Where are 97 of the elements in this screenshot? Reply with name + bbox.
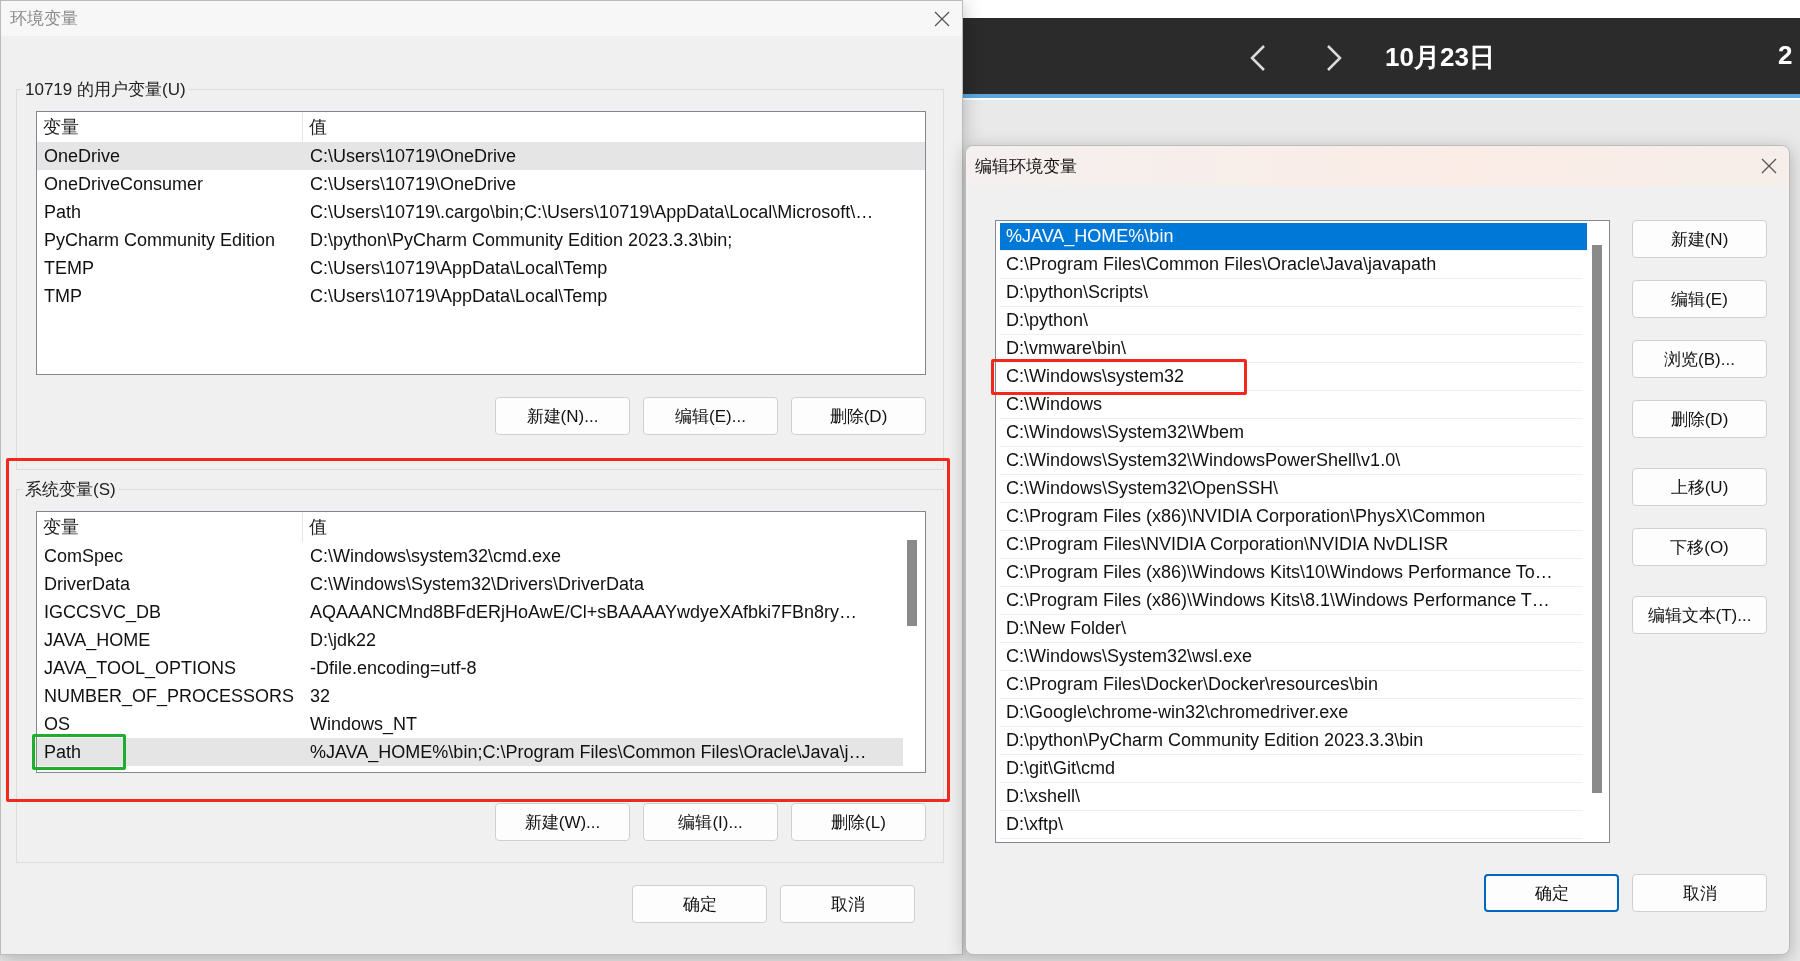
path-entry[interactable]: D:\python\ [1000,307,1583,335]
variable-row[interactable]: OS Windows_NT [37,710,903,738]
variable-name: DriverData [43,573,131,595]
path-entry[interactable]: C:\Windows\System32\Wbem [1000,419,1583,447]
path-entry[interactable]: C:\Windows [1000,391,1583,419]
path-entry[interactable]: D:\python\PyCharm Community Edition 2023.3.3\bin [1000,727,1583,755]
chevron-left-icon[interactable] [1250,44,1266,72]
dialog-button[interactable]: 编辑(E)... [643,397,778,435]
dialog-button[interactable]: 编辑(E) [1632,280,1767,318]
calendar-year: 2 [1778,40,1793,71]
dialog-button[interactable]: 浏览(B)... [1632,340,1767,378]
close-icon [1761,158,1777,174]
variable-value: C:\Users\10719\AppData\Local\Temp [309,285,609,307]
variable-row[interactable]: PyCharm Community Edition D:\python\PyCharm Community Edition 2023.3.3\bin; [37,226,925,254]
variable-row[interactable]: IGCCSVC_DB AQAAANCMnd8BFdERjHoAwE/Cl+sBAAAAYwdyeXAfbki7FBn8ry… [37,598,903,626]
variable-row[interactable]: OneDriveConsumer C:\Users\10719\OneDrive [37,170,925,198]
variable-row[interactable]: OneDrive C:\Users\10719\OneDrive [37,142,925,170]
variable-name: JAVA_TOOL_OPTIONS [43,657,237,679]
path-entry[interactable]: C:\Windows\System32\OpenSSH\ [1000,475,1583,503]
variable-name: JAVA_HOME [43,629,151,651]
variable-row[interactable]: TEMP C:\Users\10719\AppData\Local\Temp [37,254,925,282]
chevron-right-icon[interactable] [1326,44,1342,72]
dialog-button[interactable]: 删除(D) [1632,400,1767,438]
variable-name: OneDrive [43,145,121,167]
variable-row[interactable]: JAVA_HOME D:\jdk22 [37,626,903,654]
variable-value: D:\jdk22 [309,629,378,651]
variable-value: -Dfile.encoding=utf-8 [309,657,478,679]
dialog-button[interactable]: 编辑(I)... [643,803,778,841]
variable-row[interactable]: DriverData C:\Windows\System32\Drivers\DriverData [37,570,903,598]
column-header[interactable]: 值 [303,512,925,542]
variable-value: C:\Users\10719\.cargo\bin;C:\Users\10719\AppData\Local\Microsoft\… [309,201,875,223]
variable-name: Path [43,201,82,223]
variable-name: OneDriveConsumer [43,173,204,195]
variable-value: AQAAANCMnd8BFdERjHoAwE/Cl+sBAAAAYwdyeXAfbki7FBn8ry… [309,601,859,623]
variable-value: C:\Users\10719\OneDrive [309,173,518,195]
variable-row[interactable]: Path C:\Users\10719\.cargo\bin;C:\Users\10719\AppData\Local\Microsoft\… [37,198,925,226]
path-entry[interactable]: D:\vmware\bin\ [1000,335,1583,363]
path-entry[interactable]: C:\Program Files\Docker\Docker\resources\bin [1000,671,1583,699]
group-label: 系统变量(S) [24,479,117,501]
path-entry[interactable]: D:\New Folder\ [1000,615,1583,643]
variable-row[interactable]: ComSpec C:\Windows\system32\cmd.exe [37,542,903,570]
variable-name: NUMBER_OF_PROCESSORS [43,685,295,707]
dialog-button[interactable]: 新建(N) [1632,220,1767,258]
path-entry[interactable]: C:\Windows\System32\wsl.exe [1000,643,1583,671]
variable-value: %JAVA_HOME%\bin;C:\Program Files\Common Files\Oracle\Java\j… [309,741,868,763]
window-title: 编辑环境变量 [975,155,1077,178]
path-entry[interactable]: C:\Program Files\NVIDIA Corporation\NVIDIA NvDLISR [1000,531,1583,559]
dialog-button[interactable]: 取消 [780,885,915,923]
close-icon [934,10,950,27]
variable-value: 32 [309,685,332,707]
variable-value: C:\Users\10719\AppData\Local\Temp [309,257,609,279]
path-entry[interactable]: D:\git\Git\cmd [1000,755,1583,783]
variable-row[interactable]: JAVA_TOOL_OPTIONS -Dfile.encoding=utf-8 [37,654,903,682]
dialog-button[interactable]: 下移(O) [1632,528,1767,566]
variable-name: IGCCSVC_DB [43,601,162,623]
variable-value: C:\Users\10719\OneDrive [309,145,518,167]
column-header[interactable]: 变量 [37,512,303,542]
path-entry[interactable]: D:\Google\chrome-win32\chromedriver.exe [1000,699,1583,727]
variable-name: OS [43,713,70,735]
path-entry[interactable]: C:\Windows\System32\WindowsPowerShell\v1.0\ [1000,447,1583,475]
path-entry[interactable]: C:\Windows\system32 [1000,363,1583,391]
group-label: 10719 的用户变量(U) [24,79,187,101]
variable-name: TEMP [43,257,94,279]
path-entry[interactable]: %JAVA_HOME%\bin [1000,223,1587,251]
dialog-button[interactable]: 编辑文本(T)... [1632,596,1767,634]
path-entry[interactable]: C:\Program Files\Common Files\Oracle\Java\javapath [1000,251,1583,279]
dialog-button[interactable]: 确定 [632,885,767,923]
variable-value: D:\python\PyCharm Community Edition 2023.3.3\bin; [309,229,734,251]
variable-name: TMP [43,285,82,307]
path-entry[interactable]: D:\xftp\ [1000,811,1583,839]
column-header[interactable]: 值 [303,112,925,142]
dialog-button[interactable]: 删除(L) [791,803,926,841]
path-entry[interactable]: D:\python\Scripts\ [1000,279,1583,307]
variable-row[interactable]: NUMBER_OF_PROCESSORS 32 [37,682,903,710]
dialog-button[interactable]: 确定 [1484,874,1619,912]
path-entry[interactable]: C:\Program Files (x86)\Windows Kits\8.1\Windows Performance T… [1000,587,1583,615]
scrollbar-thumb[interactable] [907,540,917,626]
variable-row[interactable]: TMP C:\Users\10719\AppData\Local\Temp [37,282,925,310]
window-title: 环境变量 [10,8,78,30]
variable-name: PyCharm Community Edition [43,229,276,251]
variable-value: C:\Windows\System32\Drivers\DriverData [309,573,646,595]
dialog-button[interactable]: 新建(W)... [495,803,630,841]
variable-list[interactable] [36,111,926,375]
dialog-button[interactable]: 取消 [1632,874,1767,912]
path-entry[interactable]: C:\Program Files (x86)\NVIDIA Corporation\PhysX\Common [1000,503,1583,531]
variable-row[interactable]: Path %JAVA_HOME%\bin;C:\Program Files\Common Files\Oracle\Java\j… [37,738,903,766]
path-entry[interactable]: D:\xshell\ [1000,783,1583,811]
calendar-date: 10月23日 [1385,41,1495,74]
variable-value: Windows_NT [309,713,419,735]
scrollbar-thumb[interactable] [1592,245,1602,793]
variable-value: C:\Windows\system32\cmd.exe [309,545,563,567]
dialog-button[interactable]: 上移(U) [1632,468,1767,506]
variable-name: ComSpec [43,545,124,567]
dialog-button[interactable]: 新建(N)... [495,397,630,435]
dialog-button[interactable]: 删除(D) [791,397,926,435]
variable-name: Path [43,741,82,763]
path-entry[interactable]: C:\Program Files (x86)\Windows Kits\10\Windows Performance To… [1000,559,1583,587]
